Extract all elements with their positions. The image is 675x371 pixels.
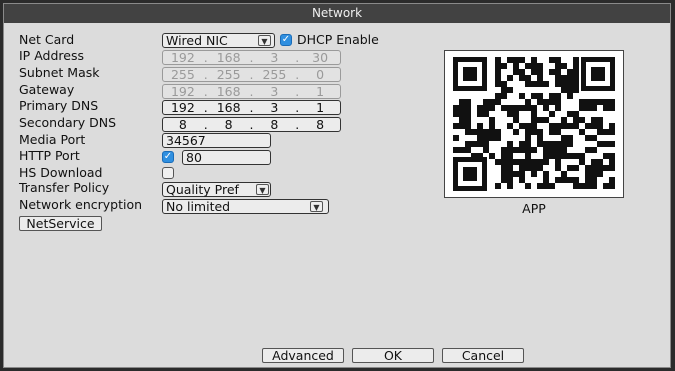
chevron-down-icon: ▼ xyxy=(310,201,323,212)
ip-octet-1[interactable]: 192 xyxy=(163,51,203,64)
ip-octet-2[interactable]: 168 xyxy=(209,51,249,64)
ip-address-field[interactable]: 192. 168. 3. 30 xyxy=(162,50,341,65)
label-http-port: HTTP Port xyxy=(19,148,80,163)
transfer-policy-select[interactable]: Quality Pref ▼ xyxy=(162,182,271,197)
net-card-select[interactable]: Wired NIC ▼ xyxy=(162,33,275,48)
check-icon: ✓ xyxy=(281,34,291,45)
label-media-port: Media Port xyxy=(19,132,86,147)
qr-code-image xyxy=(453,57,615,191)
secondary-dns-octet-1[interactable]: 8 xyxy=(163,118,203,131)
primary-dns-octet-4[interactable]: 1 xyxy=(300,101,340,114)
secondary-dns-field[interactable]: 8. 8. 8. 8 xyxy=(162,117,341,132)
label-transfer-policy: Transfer Policy xyxy=(19,180,110,195)
chevron-down-icon: ▼ xyxy=(258,35,271,46)
subnet-octet-4[interactable]: 0 xyxy=(300,68,340,81)
dhcp-enable-checkbox[interactable]: ✓ xyxy=(280,34,292,46)
secondary-dns-octet-2[interactable]: 8 xyxy=(209,118,249,131)
label-subnet-mask: Subnet Mask xyxy=(19,65,100,80)
primary-dns-octet-1[interactable]: 192 xyxy=(163,101,203,114)
gateway-octet-2[interactable]: 168 xyxy=(209,85,249,98)
subnet-mask-field[interactable]: 255. 255. 255. 0 xyxy=(162,67,341,82)
ok-button[interactable]: OK xyxy=(352,348,434,363)
cancel-button[interactable]: Cancel xyxy=(442,348,524,363)
advanced-button[interactable]: Advanced xyxy=(262,348,344,363)
label-hs-download: HS Download xyxy=(19,165,103,180)
dialog-title: Network xyxy=(4,4,670,23)
ip-octet-4[interactable]: 30 xyxy=(300,51,340,64)
check-icon: ✓ xyxy=(163,151,173,162)
network-encryption-value: No limited xyxy=(166,199,231,214)
network-encryption-select[interactable]: No limited ▼ xyxy=(162,199,329,214)
label-net-card: Net Card xyxy=(19,32,75,47)
network-dialog: Network Net Card IP Address Subnet Mask … xyxy=(3,3,671,368)
chevron-down-icon: ▼ xyxy=(256,184,269,195)
primary-dns-octet-3[interactable]: 3 xyxy=(255,101,295,114)
primary-dns-field[interactable]: 192. 168. 3. 1 xyxy=(162,100,341,115)
gateway-octet-3[interactable]: 3 xyxy=(255,85,295,98)
hs-download-checkbox[interactable] xyxy=(162,167,174,179)
label-ip-address: IP Address xyxy=(19,48,84,63)
primary-dns-octet-2[interactable]: 168 xyxy=(209,101,249,114)
ip-octet-3[interactable]: 3 xyxy=(255,51,295,64)
gateway-field[interactable]: 192. 168. 3. 1 xyxy=(162,84,341,99)
label-primary-dns: Primary DNS xyxy=(19,98,99,113)
subnet-octet-2[interactable]: 255 xyxy=(209,68,249,81)
label-secondary-dns: Secondary DNS xyxy=(19,115,117,130)
subnet-octet-1[interactable]: 255 xyxy=(163,68,203,81)
gateway-octet-1[interactable]: 192 xyxy=(163,85,203,98)
subnet-octet-3[interactable]: 255 xyxy=(255,68,295,81)
label-gateway: Gateway xyxy=(19,82,75,97)
app-qr-code xyxy=(444,50,624,198)
transfer-policy-value: Quality Pref xyxy=(166,182,239,197)
app-caption: APP xyxy=(522,201,546,216)
netservice-button[interactable]: NetService xyxy=(19,216,102,231)
gateway-octet-4[interactable]: 1 xyxy=(300,85,340,98)
http-port-checkbox[interactable]: ✓ xyxy=(162,151,174,163)
secondary-dns-octet-3[interactable]: 8 xyxy=(255,118,295,131)
http-port-input[interactable]: 80 xyxy=(182,150,271,165)
net-card-value: Wired NIC xyxy=(166,33,228,48)
label-network-encryption: Network encryption xyxy=(19,197,143,212)
media-port-input[interactable]: 34567 xyxy=(162,133,271,148)
dhcp-enable-label: DHCP Enable xyxy=(297,32,379,47)
secondary-dns-octet-4[interactable]: 8 xyxy=(300,118,340,131)
